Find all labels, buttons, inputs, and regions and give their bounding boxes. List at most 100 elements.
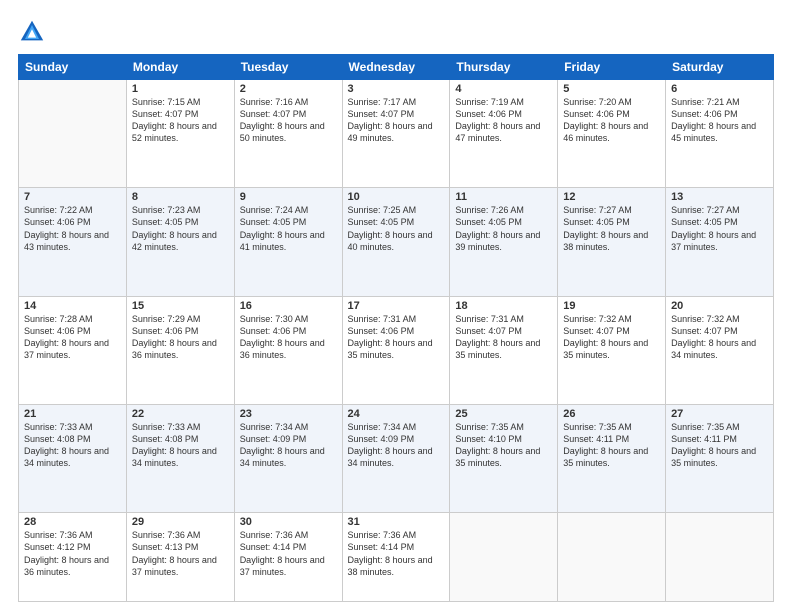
calendar-cell: 16Sunrise: 7:30 AMSunset: 4:06 PMDayligh… <box>234 296 342 404</box>
day-number: 24 <box>348 408 445 420</box>
logo <box>18 18 50 46</box>
day-number: 26 <box>563 408 660 420</box>
calendar-cell: 26Sunrise: 7:35 AMSunset: 4:11 PMDayligh… <box>558 404 666 512</box>
calendar-week-row: 1Sunrise: 7:15 AMSunset: 4:07 PMDaylight… <box>19 80 774 188</box>
day-number: 15 <box>132 300 229 312</box>
day-info: Sunrise: 7:20 AMSunset: 4:06 PMDaylight:… <box>563 96 660 145</box>
calendar-cell: 12Sunrise: 7:27 AMSunset: 4:05 PMDayligh… <box>558 188 666 296</box>
day-info: Sunrise: 7:21 AMSunset: 4:06 PMDaylight:… <box>671 96 768 145</box>
day-number: 1 <box>132 83 229 95</box>
day-number: 13 <box>671 191 768 203</box>
day-info: Sunrise: 7:33 AMSunset: 4:08 PMDaylight:… <box>132 421 229 470</box>
day-info: Sunrise: 7:22 AMSunset: 4:06 PMDaylight:… <box>24 204 121 253</box>
day-info: Sunrise: 7:35 AMSunset: 4:10 PMDaylight:… <box>455 421 552 470</box>
header <box>18 18 774 46</box>
calendar-week-row: 21Sunrise: 7:33 AMSunset: 4:08 PMDayligh… <box>19 404 774 512</box>
day-number: 25 <box>455 408 552 420</box>
day-info: Sunrise: 7:23 AMSunset: 4:05 PMDaylight:… <box>132 204 229 253</box>
day-info: Sunrise: 7:27 AMSunset: 4:05 PMDaylight:… <box>563 204 660 253</box>
day-info: Sunrise: 7:26 AMSunset: 4:05 PMDaylight:… <box>455 204 552 253</box>
day-number: 28 <box>24 516 121 528</box>
calendar-header-monday: Monday <box>126 55 234 80</box>
day-info: Sunrise: 7:30 AMSunset: 4:06 PMDaylight:… <box>240 313 337 362</box>
calendar-cell: 4Sunrise: 7:19 AMSunset: 4:06 PMDaylight… <box>450 80 558 188</box>
day-number: 12 <box>563 191 660 203</box>
day-number: 16 <box>240 300 337 312</box>
day-number: 3 <box>348 83 445 95</box>
calendar-header-wednesday: Wednesday <box>342 55 450 80</box>
day-info: Sunrise: 7:32 AMSunset: 4:07 PMDaylight:… <box>563 313 660 362</box>
day-number: 27 <box>671 408 768 420</box>
calendar-cell: 3Sunrise: 7:17 AMSunset: 4:07 PMDaylight… <box>342 80 450 188</box>
day-number: 10 <box>348 191 445 203</box>
calendar-header-row: SundayMondayTuesdayWednesdayThursdayFrid… <box>19 55 774 80</box>
calendar-cell: 9Sunrise: 7:24 AMSunset: 4:05 PMDaylight… <box>234 188 342 296</box>
day-number: 19 <box>563 300 660 312</box>
calendar-header-tuesday: Tuesday <box>234 55 342 80</box>
calendar-cell: 7Sunrise: 7:22 AMSunset: 4:06 PMDaylight… <box>19 188 127 296</box>
calendar-cell <box>450 513 558 602</box>
day-info: Sunrise: 7:35 AMSunset: 4:11 PMDaylight:… <box>563 421 660 470</box>
calendar-cell: 25Sunrise: 7:35 AMSunset: 4:10 PMDayligh… <box>450 404 558 512</box>
day-number: 17 <box>348 300 445 312</box>
day-info: Sunrise: 7:33 AMSunset: 4:08 PMDaylight:… <box>24 421 121 470</box>
calendar-cell: 10Sunrise: 7:25 AMSunset: 4:05 PMDayligh… <box>342 188 450 296</box>
day-number: 22 <box>132 408 229 420</box>
calendar-cell: 17Sunrise: 7:31 AMSunset: 4:06 PMDayligh… <box>342 296 450 404</box>
day-info: Sunrise: 7:31 AMSunset: 4:07 PMDaylight:… <box>455 313 552 362</box>
calendar-cell: 27Sunrise: 7:35 AMSunset: 4:11 PMDayligh… <box>666 404 774 512</box>
page: SundayMondayTuesdayWednesdayThursdayFrid… <box>0 0 792 612</box>
calendar-cell: 30Sunrise: 7:36 AMSunset: 4:14 PMDayligh… <box>234 513 342 602</box>
calendar-cell: 20Sunrise: 7:32 AMSunset: 4:07 PMDayligh… <box>666 296 774 404</box>
day-number: 6 <box>671 83 768 95</box>
calendar-week-row: 14Sunrise: 7:28 AMSunset: 4:06 PMDayligh… <box>19 296 774 404</box>
calendar-cell: 21Sunrise: 7:33 AMSunset: 4:08 PMDayligh… <box>19 404 127 512</box>
day-number: 4 <box>455 83 552 95</box>
day-number: 29 <box>132 516 229 528</box>
day-number: 30 <box>240 516 337 528</box>
calendar-week-row: 28Sunrise: 7:36 AMSunset: 4:12 PMDayligh… <box>19 513 774 602</box>
calendar-cell: 14Sunrise: 7:28 AMSunset: 4:06 PMDayligh… <box>19 296 127 404</box>
calendar-table: SundayMondayTuesdayWednesdayThursdayFrid… <box>18 54 774 602</box>
calendar-cell: 1Sunrise: 7:15 AMSunset: 4:07 PMDaylight… <box>126 80 234 188</box>
calendar-cell: 22Sunrise: 7:33 AMSunset: 4:08 PMDayligh… <box>126 404 234 512</box>
calendar-cell: 2Sunrise: 7:16 AMSunset: 4:07 PMDaylight… <box>234 80 342 188</box>
day-number: 7 <box>24 191 121 203</box>
day-info: Sunrise: 7:34 AMSunset: 4:09 PMDaylight:… <box>348 421 445 470</box>
day-number: 31 <box>348 516 445 528</box>
calendar-cell: 13Sunrise: 7:27 AMSunset: 4:05 PMDayligh… <box>666 188 774 296</box>
logo-icon <box>18 18 46 46</box>
calendar-cell: 18Sunrise: 7:31 AMSunset: 4:07 PMDayligh… <box>450 296 558 404</box>
calendar-header-saturday: Saturday <box>666 55 774 80</box>
day-number: 20 <box>671 300 768 312</box>
day-info: Sunrise: 7:25 AMSunset: 4:05 PMDaylight:… <box>348 204 445 253</box>
day-number: 21 <box>24 408 121 420</box>
day-number: 2 <box>240 83 337 95</box>
calendar-cell: 31Sunrise: 7:36 AMSunset: 4:14 PMDayligh… <box>342 513 450 602</box>
day-info: Sunrise: 7:35 AMSunset: 4:11 PMDaylight:… <box>671 421 768 470</box>
day-number: 9 <box>240 191 337 203</box>
day-number: 18 <box>455 300 552 312</box>
calendar-header-thursday: Thursday <box>450 55 558 80</box>
calendar-cell: 28Sunrise: 7:36 AMSunset: 4:12 PMDayligh… <box>19 513 127 602</box>
day-info: Sunrise: 7:24 AMSunset: 4:05 PMDaylight:… <box>240 204 337 253</box>
day-number: 8 <box>132 191 229 203</box>
calendar-cell <box>558 513 666 602</box>
day-number: 5 <box>563 83 660 95</box>
day-info: Sunrise: 7:19 AMSunset: 4:06 PMDaylight:… <box>455 96 552 145</box>
day-info: Sunrise: 7:34 AMSunset: 4:09 PMDaylight:… <box>240 421 337 470</box>
day-info: Sunrise: 7:32 AMSunset: 4:07 PMDaylight:… <box>671 313 768 362</box>
day-info: Sunrise: 7:36 AMSunset: 4:13 PMDaylight:… <box>132 529 229 578</box>
day-info: Sunrise: 7:29 AMSunset: 4:06 PMDaylight:… <box>132 313 229 362</box>
day-info: Sunrise: 7:31 AMSunset: 4:06 PMDaylight:… <box>348 313 445 362</box>
calendar-header-friday: Friday <box>558 55 666 80</box>
calendar-cell: 5Sunrise: 7:20 AMSunset: 4:06 PMDaylight… <box>558 80 666 188</box>
calendar-cell: 15Sunrise: 7:29 AMSunset: 4:06 PMDayligh… <box>126 296 234 404</box>
day-info: Sunrise: 7:28 AMSunset: 4:06 PMDaylight:… <box>24 313 121 362</box>
day-number: 23 <box>240 408 337 420</box>
calendar-cell: 6Sunrise: 7:21 AMSunset: 4:06 PMDaylight… <box>666 80 774 188</box>
day-number: 11 <box>455 191 552 203</box>
day-info: Sunrise: 7:36 AMSunset: 4:14 PMDaylight:… <box>348 529 445 578</box>
day-info: Sunrise: 7:36 AMSunset: 4:12 PMDaylight:… <box>24 529 121 578</box>
calendar-cell <box>666 513 774 602</box>
